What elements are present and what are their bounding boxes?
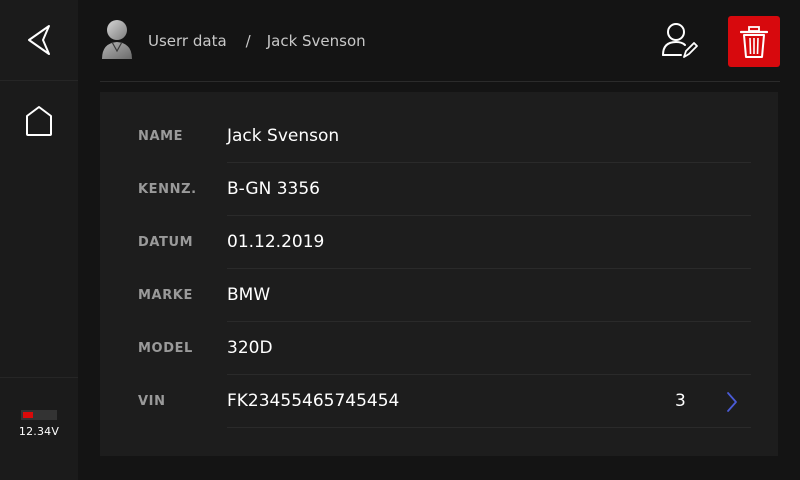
row-value: Jack Svenson [227, 126, 340, 146]
row-divider [227, 427, 751, 428]
home-icon [26, 106, 52, 136]
user-avatar-icon [102, 20, 132, 59]
breadcrumb-parent[interactable]: Userr data [148, 32, 227, 50]
row-label: KENNZ. [138, 182, 197, 197]
header: Userr data / Jack Svenson [78, 0, 800, 82]
row-label: NAME [138, 129, 184, 144]
edit-user-button[interactable] [658, 18, 702, 62]
user-edit-icon [662, 23, 698, 58]
back-button[interactable] [0, 0, 78, 80]
row-value: FK23455465745454 [227, 391, 400, 411]
back-arrow-icon [28, 25, 50, 55]
sidebar-divider [0, 377, 78, 378]
header-divider [100, 81, 780, 82]
battery-voltage: 12.34V [18, 425, 60, 438]
battery-fill [23, 412, 33, 418]
detail-row-kennz: KENNZ. B-GN 3356 [100, 163, 778, 216]
row-label: DATUM [138, 235, 194, 250]
sidebar: 12.34V [0, 0, 78, 480]
battery-indicator: 12.34V [0, 410, 78, 438]
trash-icon [740, 25, 768, 58]
detail-row-marke: MARKE BMW [100, 269, 778, 322]
breadcrumb: Userr data / Jack Svenson [148, 32, 366, 50]
row-label: MARKE [138, 288, 193, 303]
delete-button[interactable] [728, 16, 780, 67]
breadcrumb-separator: / [245, 32, 251, 50]
vin-count: 3 [675, 391, 686, 411]
chevron-right-icon [727, 392, 737, 412]
home-button[interactable] [0, 81, 78, 161]
row-value: 01.12.2019 [227, 232, 325, 252]
user-details-card: NAME Jack Svenson KENNZ. B-GN 3356 DATUM… [100, 92, 778, 456]
breadcrumb-current: Jack Svenson [266, 32, 366, 50]
vin-open-button[interactable] [720, 388, 744, 416]
row-label: MODEL [138, 341, 193, 356]
battery-bar [21, 410, 57, 420]
detail-row-model: MODEL 320D [100, 322, 778, 375]
detail-row-name: NAME Jack Svenson [100, 110, 778, 163]
detail-row-vin[interactable]: VIN FK23455465745454 3 [100, 375, 778, 428]
row-value: BMW [227, 285, 271, 305]
detail-row-datum: DATUM 01.12.2019 [100, 216, 778, 269]
row-value: B-GN 3356 [227, 179, 320, 199]
row-label: VIN [138, 394, 166, 409]
row-value: 320D [227, 338, 273, 358]
